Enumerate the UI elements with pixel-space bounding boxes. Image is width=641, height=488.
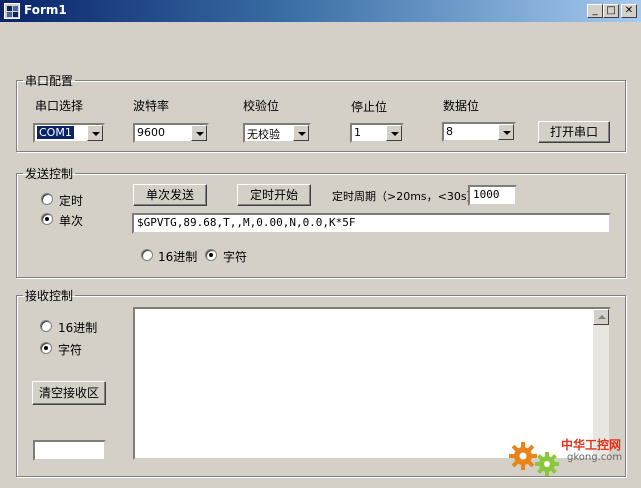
chevron-down-icon[interactable] <box>498 124 514 140</box>
send-hex-radio[interactable] <box>141 249 153 261</box>
send-mode-timed-radio[interactable] <box>41 193 53 205</box>
watermark-site: gkong.com <box>567 452 623 463</box>
chevron-down-icon[interactable] <box>191 125 207 141</box>
recv-char-radio[interactable] <box>40 342 52 354</box>
baud-label: 波特率 <box>133 99 170 113</box>
send-control-legend: 发送控制 <box>25 167 74 181</box>
maximize-button[interactable]: □ <box>603 4 619 18</box>
serial-config-group: 串口配置 <box>16 72 626 152</box>
stop-bits-value: 1 <box>354 126 361 139</box>
recv-char-label: 字符 <box>58 343 83 357</box>
chevron-down-icon[interactable] <box>386 125 402 141</box>
baud-select[interactable]: 9600 <box>133 123 209 143</box>
window-title: Form1 <box>24 3 67 17</box>
data-bits-value: 8 <box>446 125 453 138</box>
recv-hex-label: 16进制 <box>58 321 98 335</box>
send-mode-timed-label: 定时 <box>59 194 84 208</box>
chevron-down-icon[interactable] <box>293 125 309 141</box>
scroll-up-icon[interactable] <box>593 309 609 325</box>
port-select[interactable]: COM1 <box>33 123 105 143</box>
send-mode-single-radio[interactable] <box>41 213 53 225</box>
serial-config-legend: 串口配置 <box>25 74 74 88</box>
stop-bits-label: 停止位 <box>351 100 388 114</box>
minimize-button[interactable]: _ <box>587 4 603 18</box>
recv-hex-radio[interactable] <box>40 320 52 332</box>
data-bits-select[interactable]: 8 <box>442 122 516 142</box>
parity-select[interactable]: 无校验 <box>243 123 311 143</box>
app-icon <box>4 3 20 19</box>
stop-bits-select[interactable]: 1 <box>350 123 404 143</box>
receive-control-legend: 接收控制 <box>25 289 74 303</box>
receive-count-input[interactable] <box>33 440 106 461</box>
port-value: COM1 <box>37 126 74 139</box>
watermark-logo: 中华工控网 gkong.com <box>505 432 637 486</box>
baud-value: 9600 <box>137 126 165 139</box>
clear-receive-button[interactable]: 清空接收区 <box>32 381 106 405</box>
single-send-button[interactable]: 单次发送 <box>133 184 207 206</box>
gear-icon <box>509 442 559 476</box>
watermark-brand: 中华工控网 <box>561 438 622 452</box>
chevron-down-icon[interactable] <box>87 125 103 141</box>
send-mode-single-label: 单次 <box>59 214 84 228</box>
close-button[interactable]: ✕ <box>621 4 637 18</box>
data-bits-label: 数据位 <box>443 99 480 113</box>
period-label: 定时周期（>20ms，<30s） <box>332 190 478 203</box>
send-char-radio[interactable] <box>205 249 217 261</box>
timer-start-button[interactable]: 定时开始 <box>237 184 311 206</box>
parity-value: 无校验 <box>247 128 280 141</box>
period-input[interactable]: 1000 <box>468 185 517 206</box>
parity-label: 校验位 <box>243 99 280 113</box>
send-message-input[interactable]: $GPVTG,89.68,T,,M,0.00,N,0.0,K*5F <box>132 213 611 234</box>
open-port-button[interactable]: 打开串口 <box>538 121 610 143</box>
send-hex-label: 16进制 <box>158 250 198 264</box>
send-char-label: 字符 <box>223 250 248 264</box>
port-label: 串口选择 <box>35 99 84 113</box>
title-bar[interactable]: Form1 _ □ ✕ <box>0 0 641 22</box>
